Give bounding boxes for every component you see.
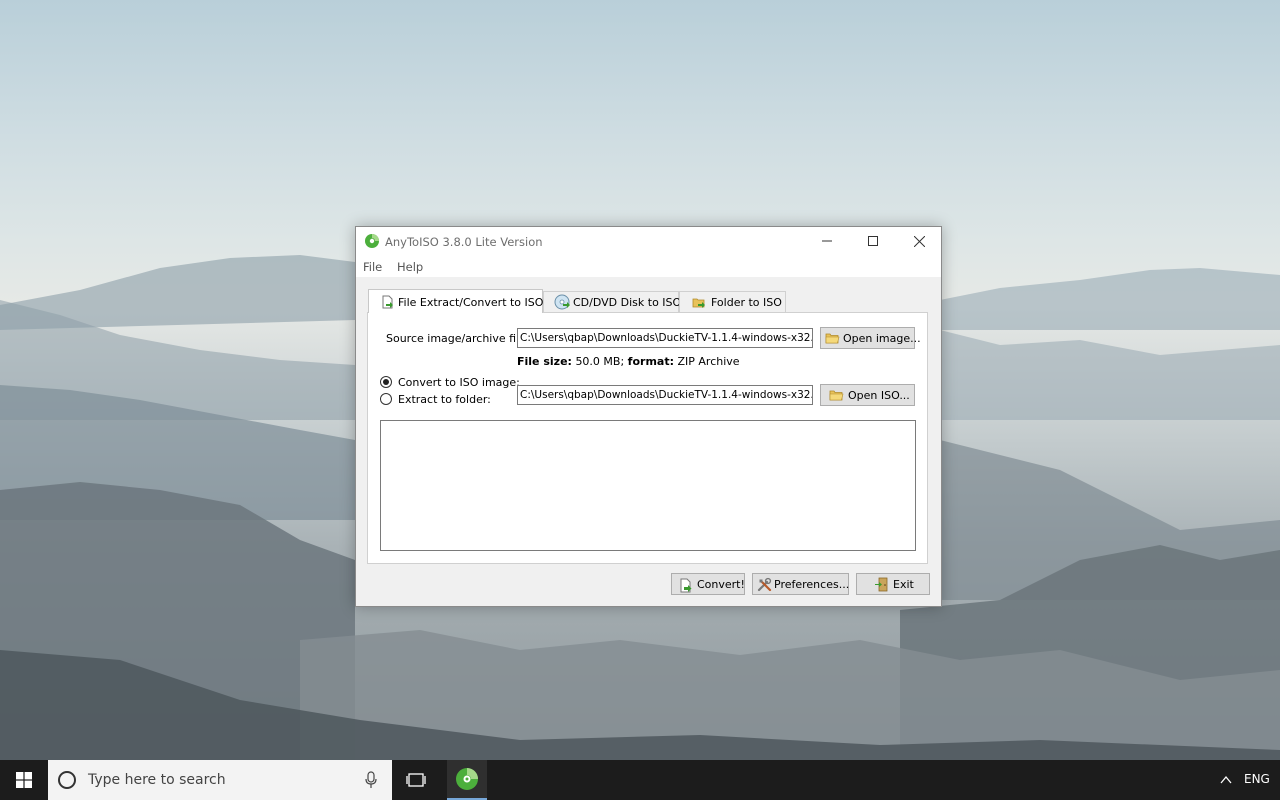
file-arrow-icon xyxy=(680,578,692,593)
anytoiso-app-icon xyxy=(365,234,379,248)
tab-label: CD/DVD Disk to ISO xyxy=(573,296,682,309)
task-view-button[interactable] xyxy=(402,760,430,800)
search-placeholder: Type here to search xyxy=(88,772,226,788)
exit-label: Exit xyxy=(893,578,914,591)
maximize-icon xyxy=(868,236,878,246)
taskbar: Type here to search ENG xyxy=(0,760,1280,800)
format-value: ZIP Archive xyxy=(677,355,740,368)
tab-file-extract-convert[interactable]: File Extract/Convert to ISO xyxy=(368,289,543,313)
taskbar-app-anytoiso[interactable] xyxy=(447,760,487,800)
windows-logo-icon xyxy=(16,772,32,788)
preferences-label: Preferences... xyxy=(774,578,850,591)
extract-to-folder-label[interactable]: Extract to folder: xyxy=(398,393,491,406)
format-label: format: xyxy=(627,355,674,368)
folder-arrow-icon xyxy=(692,298,705,308)
source-file-label: Source image/archive file: xyxy=(386,332,530,345)
exit-door-icon xyxy=(875,577,888,592)
tab-label: Folder to ISO xyxy=(711,296,782,309)
open-image-button[interactable]: Open image... xyxy=(820,327,921,349)
tab-cd-dvd-to-iso[interactable]: CD/DVD Disk to ISO xyxy=(543,291,682,312)
file-size-value: 50.0 MB; xyxy=(575,355,625,368)
file-info-text: File size: 50.0 MB; format: ZIP Archive xyxy=(517,355,740,368)
open-iso-label: Open ISO... xyxy=(848,389,910,402)
open-image-label: Open image... xyxy=(843,332,921,345)
file-arrow-icon xyxy=(382,295,393,309)
folder-icon xyxy=(825,333,840,344)
taskbar-search-box[interactable]: Type here to search xyxy=(48,760,392,800)
tab-label: File Extract/Convert to ISO xyxy=(398,296,544,309)
open-iso-button[interactable]: Open ISO... xyxy=(820,384,915,406)
preferences-button[interactable]: Preferences... xyxy=(752,573,849,595)
menu-bar: File Help xyxy=(356,255,941,277)
extract-to-folder-radio[interactable] xyxy=(380,393,392,405)
title-bar[interactable]: AnyToISO 3.8.0 Lite Version xyxy=(356,227,941,255)
source-path-input[interactable]: C:\Users\qbap\Downloads\DuckieTV-1.1.4-w… xyxy=(517,328,813,348)
chevron-up-icon[interactable] xyxy=(1218,772,1234,788)
cortana-icon xyxy=(58,771,76,789)
file-size-label: File size: xyxy=(517,355,572,368)
log-output-area[interactable] xyxy=(380,420,916,551)
convert-button[interactable]: Convert! xyxy=(671,573,745,595)
close-button[interactable] xyxy=(896,227,942,255)
convert-to-iso-radio[interactable] xyxy=(380,376,392,388)
menu-file[interactable]: File xyxy=(363,260,382,274)
language-indicator[interactable]: ENG xyxy=(1244,772,1270,786)
convert-to-iso-label[interactable]: Convert to ISO image: xyxy=(398,376,520,389)
tools-icon xyxy=(757,577,772,592)
start-button[interactable] xyxy=(0,760,48,800)
tab-panel-file-extract: Source image/archive file: C:\Users\qbap… xyxy=(367,312,928,564)
menu-help[interactable]: Help xyxy=(397,260,423,274)
close-icon xyxy=(913,235,925,247)
convert-label: Convert! xyxy=(697,578,745,591)
output-iso-path-input[interactable]: C:\Users\qbap\Downloads\DuckieTV-1.1.4-w… xyxy=(517,385,813,405)
microphone-icon[interactable] xyxy=(364,771,378,789)
anytoiso-window: AnyToISO 3.8.0 Lite Version File Help Fi… xyxy=(355,226,942,607)
disc-icon xyxy=(554,294,570,310)
tab-folder-to-iso[interactable]: Folder to ISO xyxy=(679,291,786,312)
exit-button[interactable]: Exit xyxy=(856,573,930,595)
minimize-button[interactable] xyxy=(804,227,850,255)
maximize-button[interactable] xyxy=(850,227,896,255)
folder-icon xyxy=(829,390,844,401)
anytoiso-app-icon xyxy=(456,768,478,790)
minimize-icon xyxy=(822,240,832,242)
window-title: AnyToISO 3.8.0 Lite Version xyxy=(385,235,543,249)
task-view-icon xyxy=(406,773,426,787)
